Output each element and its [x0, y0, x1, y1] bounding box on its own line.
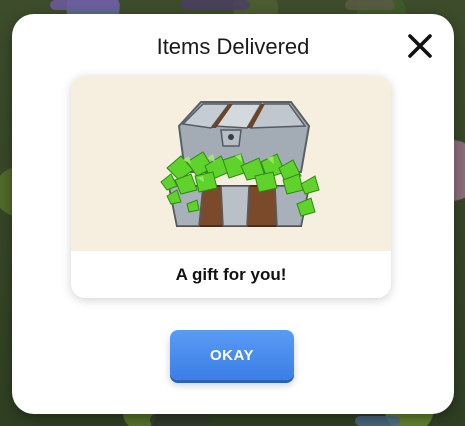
close-icon[interactable]	[406, 32, 434, 60]
dialog-title: Items Delivered	[156, 34, 310, 59]
game-hud-element	[180, 0, 250, 10]
game-hud-element	[345, 0, 395, 10]
treasure-chest-with-green-gems-icon	[160, 101, 320, 227]
game-hud-element	[150, 414, 210, 426]
reward-caption: A gift for you!	[175, 264, 287, 284]
game-hud-element	[355, 416, 400, 426]
game-hud-element	[50, 0, 120, 10]
items-delivered-dialog: Items Delivered A gift for you! OKAY	[12, 14, 454, 414]
reward-image-area	[71, 76, 391, 251]
reward-card: A gift for you!	[71, 76, 391, 298]
okay-button[interactable]: OKAY	[170, 330, 294, 380]
